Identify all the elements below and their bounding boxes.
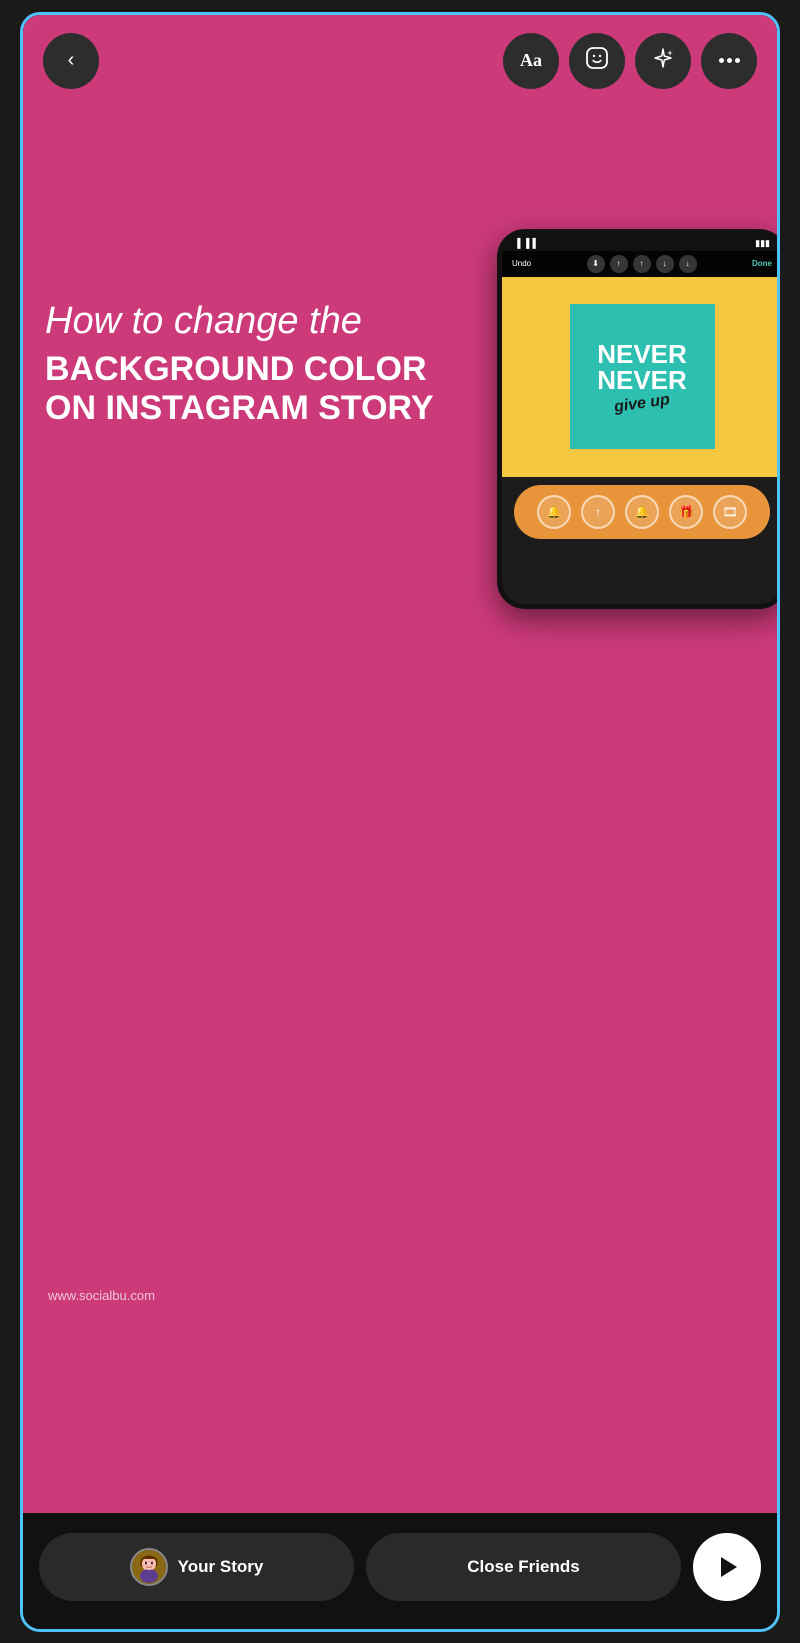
back-button[interactable]: ‹	[43, 33, 99, 89]
your-story-label: Your Story	[178, 1557, 264, 1577]
story-content: How to change the BACKGROUND COLOR ON IN…	[23, 99, 777, 1513]
sparkles-icon	[652, 47, 674, 75]
story-text-block: How to change the BACKGROUND COLOR ON IN…	[45, 299, 465, 429]
inner-icon-4: ↓	[656, 255, 674, 273]
bottom-action-bar: Your Story Close Friends	[23, 1513, 777, 1629]
story-text-bold: BACKGROUND COLOR ON INSTAGRAM STORY	[45, 350, 465, 428]
effects-button[interactable]	[635, 33, 691, 89]
inner-phone-canvas: NEVER NEVER give up	[502, 277, 777, 477]
forward-button[interactable]	[693, 1533, 761, 1601]
sticker-icon	[586, 47, 608, 75]
inner-toolbar-icons: ⬇ ↑ ↑ ↓ ↓	[587, 255, 697, 273]
inner-phone-mockup: ▐ ▐▐ 1200 ▮▮▮ Undo ⬇ ↑ ↑ ↓ ↓	[497, 229, 777, 609]
avatar	[130, 1548, 168, 1586]
sticker-button[interactable]	[569, 33, 625, 89]
inner-undo-button[interactable]: Undo	[512, 259, 531, 268]
top-right-buttons: Aa	[503, 33, 757, 89]
close-friends-label: Close Friends	[467, 1557, 579, 1577]
inner-bottom-film-icon: 🎞	[713, 495, 747, 529]
forward-chevron-icon	[721, 1557, 737, 1577]
inner-icon-5: ↓	[679, 255, 697, 273]
inner-card-giveup-text: give up	[613, 391, 671, 417]
inner-bottom-bell2-icon: 🔔	[625, 495, 659, 529]
back-chevron-icon: ‹	[68, 49, 75, 72]
inner-done-button[interactable]: Done	[752, 259, 772, 268]
inner-phone-toolbar: Undo ⬇ ↑ ↑ ↓ ↓ Done	[502, 251, 777, 277]
inner-battery-icon: ▮▮▮	[755, 238, 770, 249]
more-options-button[interactable]	[701, 33, 757, 89]
inner-icon-1: ⬇	[587, 255, 605, 273]
inner-phone-frame: ▐ ▐▐ 1200 ▮▮▮ Undo ⬇ ↑ ↑ ↓ ↓	[497, 229, 777, 609]
inner-card-never-text: NEVER	[597, 341, 687, 367]
story-text-light: How to change the	[45, 299, 465, 345]
text-format-button[interactable]: Aa	[503, 33, 559, 89]
inner-phone-notch	[602, 239, 682, 247]
inner-card-never-text2: NEVER	[597, 367, 687, 393]
close-friends-button[interactable]: Close Friends	[366, 1533, 681, 1601]
inner-icon-3: ↑	[633, 255, 651, 273]
inner-phone-bottom-bar: 🔔 ↑ 🔔 🎁 🎞	[514, 485, 770, 539]
inner-bottom-up-icon: ↑	[581, 495, 615, 529]
story-area: ‹ Aa	[23, 15, 777, 1513]
text-format-icon: Aa	[520, 50, 542, 71]
inner-signal-icon: ▐ ▐▐	[514, 238, 536, 248]
more-dots-icon	[719, 58, 740, 63]
inner-icon-2: ↑	[610, 255, 628, 273]
inner-canvas-card: NEVER NEVER give up	[570, 304, 715, 449]
inner-bottom-gift-icon: 🎁	[669, 495, 703, 529]
inner-bottom-bell-icon: 🔔	[537, 495, 571, 529]
your-story-button[interactable]: Your Story	[39, 1533, 354, 1601]
top-bar: ‹ Aa	[23, 15, 777, 99]
phone-frame: ‹ Aa	[20, 12, 780, 1632]
website-url: www.socialbu.com	[48, 1288, 155, 1303]
